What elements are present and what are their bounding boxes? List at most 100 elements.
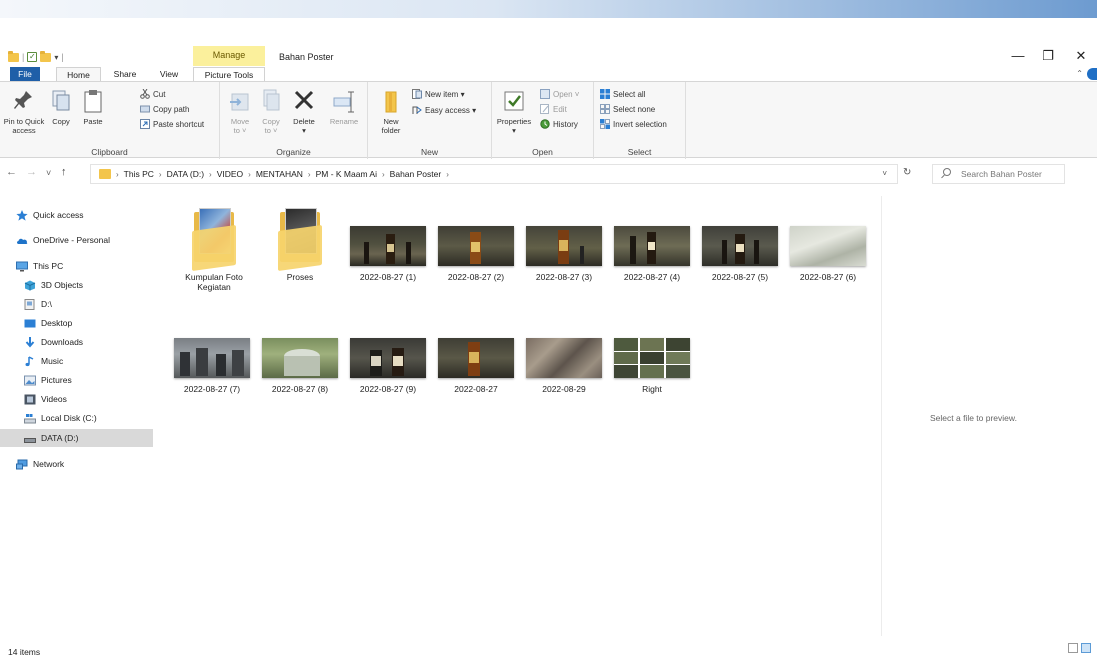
- file-name: 2022-08-27 (4): [623, 272, 681, 282]
- collapse-ribbon-chevron-icon[interactable]: ⌃: [1076, 69, 1083, 78]
- paste-button[interactable]: Paste: [76, 88, 110, 126]
- sidebar-item-3d-objects[interactable]: 3D Objects: [24, 276, 83, 294]
- folder-item-proses[interactable]: Proses: [258, 206, 342, 282]
- sidebar-item-quick-access[interactable]: Quick access: [16, 206, 84, 224]
- move-to-button[interactable]: Move to ˅: [224, 88, 256, 135]
- breadcrumb-item[interactable]: This PC: [124, 169, 154, 179]
- sidebar-item-data-d[interactable]: DATA (D:): [0, 429, 153, 447]
- sidebar-item-pictures[interactable]: Pictures: [24, 371, 72, 389]
- organize-group: Move to ˅ Copy to ˅ Delete ▾ Rename Orga…: [220, 82, 368, 159]
- tab-file[interactable]: File: [10, 67, 40, 82]
- sidebar-item-onedrive[interactable]: OneDrive - Personal: [16, 231, 110, 249]
- image-item[interactable]: 2022-08-27 (4): [610, 206, 694, 282]
- folder-item-kumpulan-foto-kegiatan[interactable]: Kumpulan Foto Kegiatan: [172, 206, 256, 292]
- history-button[interactable]: History: [540, 119, 578, 129]
- breadcrumb-item[interactable]: VIDEO: [217, 169, 243, 179]
- close-button[interactable]: ✕: [1071, 48, 1091, 64]
- tab-home[interactable]: Home: [56, 67, 101, 82]
- file-name: 2022-08-27 (8): [271, 384, 329, 394]
- pin-to-quick-access-button[interactable]: Pin to Quick access: [2, 88, 46, 135]
- sidebar-item-d-drive[interactable]: D:\: [24, 295, 52, 313]
- sidebar-item-downloads[interactable]: Downloads: [24, 333, 83, 351]
- image-item[interactable]: 2022-08-27 (6): [786, 206, 870, 282]
- sidebar-item-music[interactable]: Music: [24, 352, 63, 370]
- sidebar-item-videos[interactable]: Videos: [24, 390, 67, 408]
- breadcrumb-item[interactable]: DATA (D:): [167, 169, 204, 179]
- file-name: Proses: [286, 272, 314, 282]
- file-name: 2022-08-27 (2): [447, 272, 505, 282]
- file-name: 2022-08-27 (5): [711, 272, 769, 282]
- easy-access-icon: [412, 105, 422, 115]
- copy-path-button[interactable]: Copy path: [140, 104, 189, 114]
- copy-to-button[interactable]: Copy to ˅: [256, 88, 286, 135]
- back-button[interactable]: ←: [6, 166, 17, 178]
- tab-share[interactable]: Share: [108, 67, 142, 82]
- tab-view[interactable]: View: [154, 67, 184, 82]
- preview-pane-divider[interactable]: [881, 196, 882, 636]
- image-item[interactable]: 2022-08-27 (9): [346, 318, 430, 394]
- select-none-button[interactable]: Select none: [600, 104, 655, 114]
- picture-icon: [24, 375, 36, 386]
- large-icons-view-icon[interactable]: [1081, 643, 1091, 653]
- image-item[interactable]: 2022-08-27 (5): [698, 206, 782, 282]
- image-item[interactable]: 2022-08-29: [522, 318, 606, 394]
- image-item[interactable]: 2022-08-27 (8): [258, 318, 342, 394]
- image-thumbnail: [438, 338, 514, 378]
- ribbon: Pin to Quick access Copy Paste Cut Copy …: [0, 81, 1097, 159]
- file-name: 2022-08-27 (6): [799, 272, 857, 282]
- tab-manage[interactable]: Manage: [193, 46, 265, 66]
- breadcrumb-item[interactable]: MENTAHAN: [256, 169, 303, 179]
- sidebar-item-local-disk-c[interactable]: Local Disk (C:): [24, 409, 97, 427]
- image-item[interactable]: 2022-08-27 (2): [434, 206, 518, 282]
- details-view-icon[interactable]: [1068, 643, 1078, 653]
- image-item[interactable]: 2022-08-27 (1): [346, 206, 430, 282]
- new-folder-button[interactable]: New folder: [374, 88, 408, 135]
- recent-locations-button[interactable]: ˅: [46, 168, 51, 178]
- properties-button[interactable]: Properties ▾: [494, 88, 534, 135]
- breadcrumb-item[interactable]: PM - K Maam Ai: [316, 169, 377, 179]
- paste-shortcut-button[interactable]: Paste shortcut: [140, 119, 204, 129]
- customize-toolbar-chevron-icon[interactable]: ▾: [54, 53, 58, 62]
- copy-path-icon: [140, 104, 150, 114]
- title-bar: | ✓ ▾ |: [0, 46, 1097, 68]
- new-item-button[interactable]: New item ▾: [412, 89, 465, 99]
- rename-button[interactable]: Rename: [324, 88, 364, 126]
- search-input[interactable]: Search Bahan Poster: [961, 169, 1042, 179]
- breadcrumb-item[interactable]: Bahan Poster: [390, 169, 442, 179]
- clipboard-icon: [81, 88, 105, 114]
- tab-picture-tools[interactable]: Picture Tools: [193, 67, 265, 82]
- maximize-button[interactable]: ❐: [1038, 48, 1058, 64]
- minimize-button[interactable]: —: [1008, 48, 1028, 64]
- sidebar-item-network[interactable]: Network: [16, 455, 64, 473]
- cloud-icon: [16, 235, 28, 246]
- select-all-button[interactable]: Select all: [600, 89, 645, 99]
- forward-button[interactable]: →: [26, 166, 37, 178]
- sidebar-item-this-pc[interactable]: This PC: [16, 257, 63, 275]
- delete-button[interactable]: Delete ▾: [288, 88, 320, 135]
- image-item[interactable]: 2022-08-27 (3): [522, 206, 606, 282]
- cut-button[interactable]: Cut: [140, 88, 165, 99]
- image-item[interactable]: Right: [610, 318, 694, 394]
- open-button[interactable]: Open ˅: [540, 89, 579, 99]
- edit-icon: [540, 104, 550, 114]
- address-bar[interactable]: › This PC › DATA (D:) › VIDEO › MENTAHAN…: [90, 164, 898, 184]
- address-dropdown-button[interactable]: ˅: [882, 169, 887, 178]
- scissors-icon: [140, 88, 150, 99]
- easy-access-button[interactable]: Easy access ▾: [412, 105, 476, 115]
- file-list: Kumpulan Foto Kegiatan Proses 2022-08-27…: [160, 196, 881, 636]
- image-item[interactable]: 2022-08-27 (7): [170, 318, 254, 394]
- new-folder-icon[interactable]: [40, 50, 52, 62]
- copy-button[interactable]: Copy: [46, 88, 76, 126]
- clipboard-group-label: Clipboard: [91, 147, 128, 157]
- clipboard-group: Pin to Quick access Copy Paste Cut Copy …: [0, 82, 220, 159]
- edit-button[interactable]: Edit: [540, 104, 567, 114]
- search-box[interactable]: Search Bahan Poster: [932, 164, 1065, 184]
- up-button[interactable]: ↑: [61, 166, 67, 178]
- copy-icon: [49, 88, 73, 114]
- properties-check-icon[interactable]: ✓: [27, 52, 38, 62]
- refresh-button[interactable]: ↻: [903, 167, 911, 178]
- sidebar-item-desktop[interactable]: Desktop: [24, 314, 72, 332]
- help-icon[interactable]: [1087, 68, 1097, 80]
- image-item[interactable]: 2022-08-27: [434, 318, 518, 394]
- invert-selection-button[interactable]: Invert selection: [600, 119, 667, 129]
